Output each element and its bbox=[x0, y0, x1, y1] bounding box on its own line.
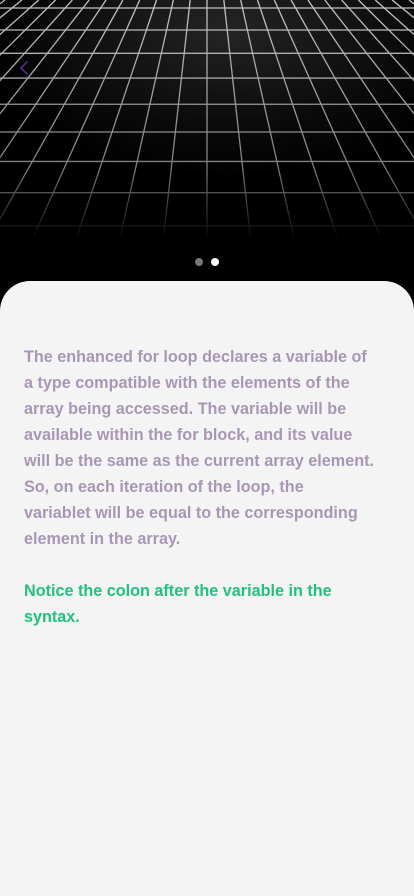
back-button[interactable] bbox=[12, 56, 36, 80]
chevron-left-icon bbox=[20, 61, 28, 75]
explanation-paragraph-2: So, on each iteration of the loop, the v… bbox=[24, 478, 358, 548]
page-indicator bbox=[0, 258, 414, 266]
grid-illustration bbox=[0, 0, 414, 300]
page-dot-1[interactable] bbox=[195, 258, 203, 266]
explanation-paragraph-1: The enhanced for loop declares a variabl… bbox=[24, 348, 374, 470]
explanation-text: The enhanced for loop declares a variabl… bbox=[24, 344, 374, 552]
page-dot-2-active[interactable] bbox=[211, 258, 219, 266]
hero-image bbox=[0, 0, 414, 300]
content-card: The enhanced for loop declares a variabl… bbox=[0, 281, 414, 896]
syntax-note: Notice the colon after the variable in t… bbox=[24, 582, 332, 626]
